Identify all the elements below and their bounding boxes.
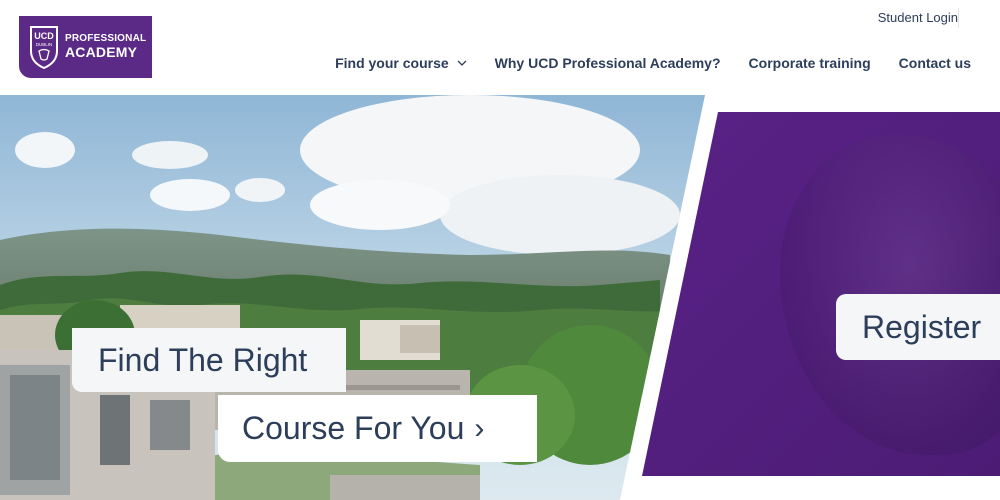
crest-text-bottom: DUBLIN (36, 42, 53, 47)
chevron-down-icon (457, 60, 467, 66)
top-divider (958, 8, 959, 28)
register-label: Register (862, 308, 982, 345)
nav-label: Why UCD Professional Academy? (494, 55, 721, 71)
nav-why-ucd[interactable]: Why UCD Professional Academy? (495, 55, 721, 71)
ucd-professional-academy-logo[interactable]: UCD DUBLIN PROFESSIONAL ACADEMY (19, 16, 152, 78)
student-login-link[interactable]: Student Login (878, 10, 958, 25)
nav-find-your-course[interactable]: Find your course (335, 55, 467, 71)
find-course-button[interactable]: Course For You › (218, 395, 537, 462)
hero-headline-line1: Find The Right (72, 328, 346, 392)
logo-wordmark: PROFESSIONAL ACADEMY (65, 34, 146, 59)
crest-text-top: UCD (34, 31, 54, 41)
nav-label: Find your course (335, 55, 449, 71)
nav-label: Corporate training (748, 55, 871, 71)
nav-corporate-training[interactable]: Corporate training (749, 55, 871, 71)
register-button[interactable]: Register (836, 294, 1000, 360)
chevron-right-icon: › (474, 411, 485, 445)
main-nav: Find your course Why UCD Professional Ac… (335, 55, 971, 71)
nav-label: Contact us (898, 55, 971, 71)
nav-contact-us[interactable]: Contact us (899, 55, 971, 71)
find-course-label: Course For You (242, 410, 465, 446)
ucd-crest-icon: UCD DUBLIN (30, 26, 58, 69)
logo-line2: ACADEMY (65, 43, 138, 60)
